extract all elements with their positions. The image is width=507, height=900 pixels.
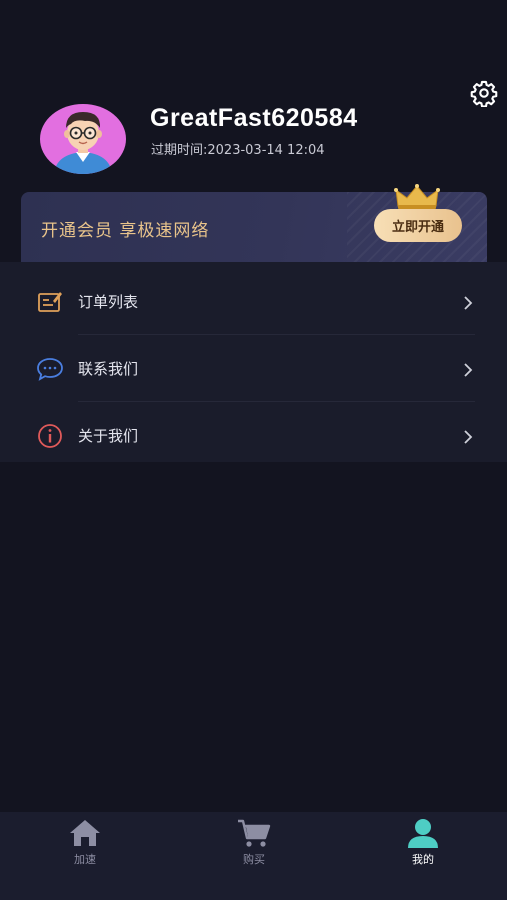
vip-banner-text: 开通会员 享极速网络	[41, 221, 210, 241]
info-icon	[38, 424, 62, 448]
tab-label: 购买	[243, 853, 265, 866]
bottom-tab-bar: 加速 购买 我的	[0, 812, 507, 900]
expiry-time: 过期时间:2023-03-14 12:04	[151, 143, 325, 158]
gear-icon	[470, 80, 498, 107]
menu-item-label: 关于我们	[78, 427, 139, 445]
settings-button[interactable]	[468, 77, 500, 109]
menu-item-label: 订单列表	[78, 293, 139, 311]
chevron-right-icon	[464, 296, 473, 310]
chevron-right-icon	[464, 430, 473, 444]
crown-icon	[394, 184, 440, 209]
user-icon	[408, 819, 438, 848]
menu-item-label: 联系我们	[78, 360, 139, 378]
avatar-illustration	[54, 112, 112, 174]
cart-icon	[238, 819, 271, 847]
avatar[interactable]	[40, 104, 126, 174]
chat-bubble-icon	[37, 358, 63, 381]
username: GreatFast620584	[150, 104, 358, 132]
menu-item-orders[interactable]: 订单列表	[0, 268, 507, 335]
menu-item-contact[interactable]: 联系我们	[0, 335, 507, 402]
order-list-icon	[38, 292, 62, 312]
tab-accelerate[interactable]: 加速	[45, 818, 125, 878]
menu-list: 订单列表 联系我们 关于我们	[0, 262, 507, 462]
home-icon	[70, 820, 100, 846]
activate-vip-button[interactable]: 立即开通	[374, 209, 462, 242]
tab-label: 加速	[74, 853, 96, 866]
chevron-right-icon	[464, 363, 473, 377]
menu-item-about[interactable]: 关于我们	[0, 402, 507, 469]
tab-purchase[interactable]: 购买	[214, 818, 294, 878]
tab-label: 我的	[412, 853, 434, 866]
tab-mine[interactable]: 我的	[383, 818, 463, 878]
